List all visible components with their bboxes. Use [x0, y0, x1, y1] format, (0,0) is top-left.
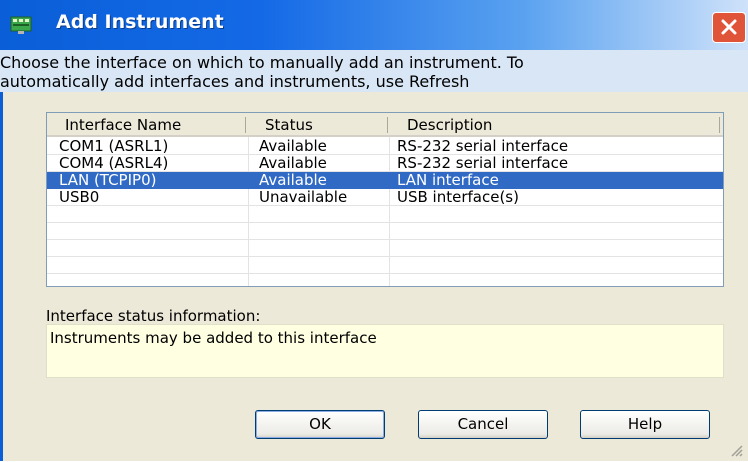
status-info-box: Instruments may be added to this interfa…	[46, 324, 724, 378]
grid-line	[47, 222, 723, 223]
table-row-selected[interactable]: LAN (TCPIP0) Available LAN interface	[47, 172, 723, 189]
status-cell: Available	[259, 154, 327, 172]
close-icon	[721, 19, 737, 35]
resize-grip-icon[interactable]	[728, 442, 744, 462]
description-cell: RS-232 serial interface	[397, 137, 569, 155]
column-header-description[interactable]: Description	[407, 116, 492, 134]
grid-line	[47, 273, 723, 274]
status-info-text: Instruments may be added to this interfa…	[50, 329, 377, 347]
description-cell: LAN interface	[397, 171, 499, 189]
table-row[interactable]: COM1 (ASRL1) Available RS-232 serial int…	[47, 138, 723, 155]
ok-button[interactable]: OK	[255, 410, 385, 439]
close-button[interactable]	[712, 12, 746, 43]
status-cell: Available	[259, 137, 327, 155]
status-cell: Unavailable	[259, 188, 348, 206]
description-cell: USB interface(s)	[397, 188, 519, 206]
add-instrument-dialog: Add Instrument Choose the interface on w…	[0, 0, 748, 461]
interface-name-cell: COM1 (ASRL1)	[59, 137, 169, 155]
interface-list[interactable]: Interface Name Status Description COM1 (…	[46, 112, 724, 287]
column-header-status[interactable]: Status	[265, 116, 313, 134]
interface-name-cell: COM4 (ASRL4)	[59, 154, 169, 172]
instruction-line: automatically add interfaces and instrum…	[0, 72, 470, 91]
status-info-label: Interface status information:	[46, 307, 261, 325]
interface-name-cell: USB0	[59, 188, 100, 206]
list-header: Interface Name Status Description	[47, 113, 723, 137]
window-border	[0, 92, 3, 461]
column-separator[interactable]	[245, 117, 246, 133]
column-separator[interactable]	[387, 117, 388, 133]
column-separator[interactable]	[719, 117, 720, 133]
window-title: Add Instrument	[56, 11, 224, 33]
cancel-button[interactable]: Cancel	[418, 410, 548, 439]
column-header-interface-name[interactable]: Interface Name	[65, 116, 181, 134]
help-button[interactable]: Help	[580, 410, 710, 439]
grid-line	[47, 256, 723, 257]
grid-line	[47, 239, 723, 240]
instrument-icon	[10, 14, 32, 36]
instructions-panel: Choose the interface on which to manuall…	[0, 50, 748, 92]
interface-name-cell: LAN (TCPIP0)	[59, 171, 157, 189]
title-bar[interactable]: Add Instrument	[0, 0, 748, 50]
description-cell: RS-232 serial interface	[397, 154, 569, 172]
instruction-line: Choose the interface on which to manuall…	[0, 53, 524, 72]
table-row[interactable]: COM4 (ASRL4) Available RS-232 serial int…	[47, 155, 723, 172]
table-row[interactable]: USB0 Unavailable USB interface(s)	[47, 189, 723, 206]
status-cell: Available	[259, 171, 327, 189]
